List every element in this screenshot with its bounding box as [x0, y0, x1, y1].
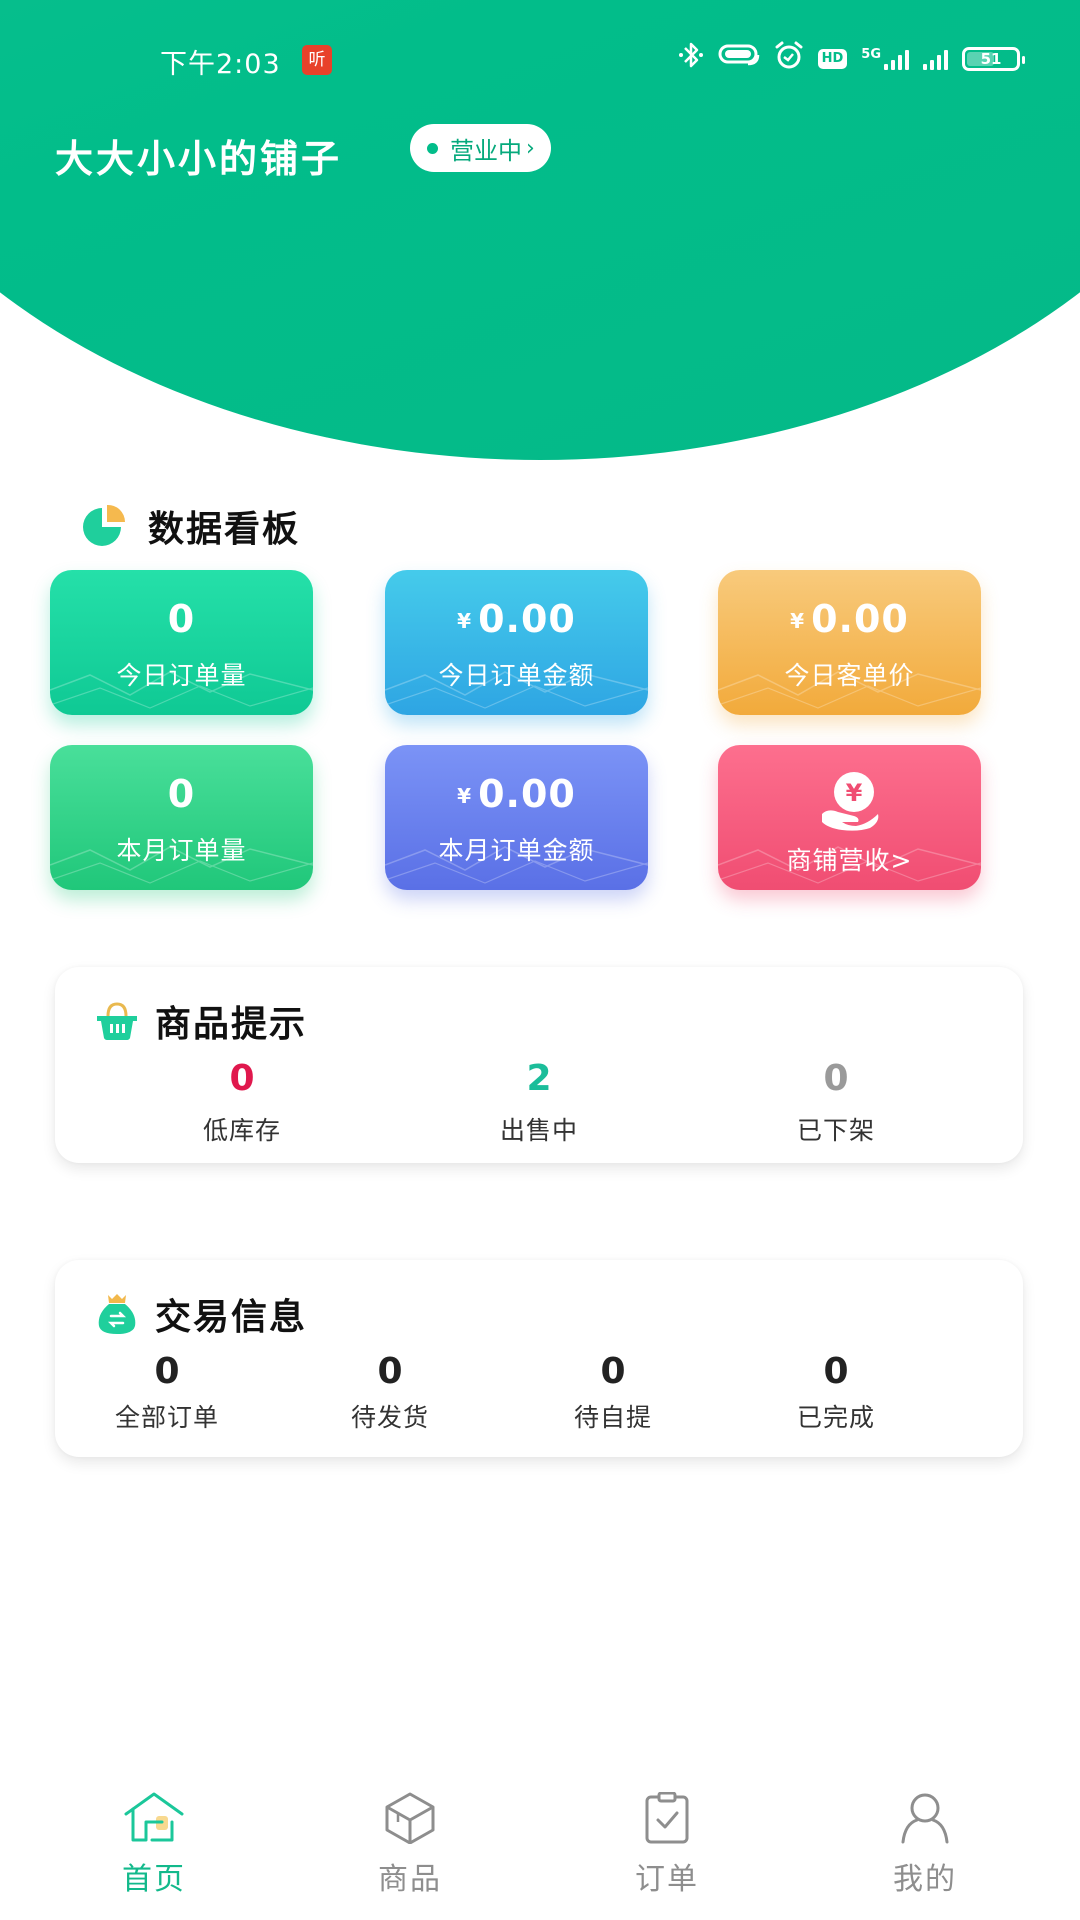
card-value-number: 0.00 — [478, 772, 576, 816]
card-wave-decoration — [50, 671, 313, 709]
tab-label: 订单 — [635, 1862, 699, 1897]
stat-label: 已完成 — [796, 1403, 875, 1432]
stat-value: 0 — [823, 1351, 849, 1392]
stat-label: 低库存 — [202, 1116, 281, 1145]
pie-chart-icon — [83, 504, 126, 546]
stat-value: 0 — [154, 1351, 180, 1392]
battery-level: 51 — [980, 50, 1002, 68]
product-tips-header: 商品提示 — [95, 995, 307, 1047]
store-status-label: 营业中 — [450, 136, 522, 165]
tab-products[interactable]: 商品 — [330, 1792, 490, 1898]
stat-value: 0 — [229, 1058, 255, 1099]
stat-label: 全部订单 — [114, 1403, 219, 1432]
tab-home[interactable]: 首页 — [74, 1792, 234, 1898]
product-tips-panel: 商品提示 0 低库存 2 出售中 0 已下架 — [55, 967, 1023, 1163]
card-wave-decoration — [385, 846, 648, 884]
card-store-revenue[interactable]: ¥ 商铺营收> — [718, 745, 981, 890]
stat-completed[interactable]: 0 已完成 — [736, 1352, 936, 1434]
card-today-order-amount[interactable]: ¥0.00 今日订单金额 — [385, 570, 648, 715]
currency-symbol: ¥ — [457, 784, 473, 808]
stat-value: 0 — [600, 1351, 626, 1392]
product-tips-title: 商品提示 — [155, 1004, 308, 1045]
tab-label: 商品 — [378, 1862, 442, 1897]
card-value-number: 0.00 — [811, 597, 909, 641]
alarm-icon — [774, 40, 804, 79]
card-wave-decoration — [385, 671, 648, 709]
tab-orders[interactable]: 订单 — [587, 1792, 747, 1898]
stat-to-pickup[interactable]: 0 待自提 — [513, 1352, 713, 1434]
stat-label: 出售中 — [499, 1116, 578, 1145]
card-wave-decoration — [50, 846, 313, 884]
box-icon — [385, 1792, 435, 1844]
tab-label: 我的 — [893, 1862, 957, 1897]
status-icons: HD 5G 51 — [678, 40, 1025, 79]
home-icon — [124, 1792, 184, 1842]
trade-info-panel: 交易信息 0 全部订单 0 待发货 0 待自提 0 已完成 — [55, 1260, 1023, 1457]
trade-info-title: 交易信息 — [155, 1297, 308, 1338]
dashboard-title: 数据看板 — [148, 509, 301, 550]
money-bag-icon — [98, 1294, 136, 1334]
card-value: ¥0.00 — [718, 597, 981, 641]
status-time: 下午2:03 — [160, 49, 281, 80]
card-wave-decoration — [718, 671, 981, 709]
trade-info-header: 交易信息 — [95, 1288, 307, 1340]
stat-to-ship[interactable]: 0 待发货 — [290, 1352, 490, 1434]
battery-icon: 51 — [962, 47, 1025, 71]
stat-label: 待自提 — [573, 1403, 652, 1432]
card-today-avg-price[interactable]: ¥0.00 今日客单价 — [718, 570, 981, 715]
bluetooth-icon — [678, 40, 704, 79]
card-wave-decoration — [718, 846, 981, 884]
tab-mine[interactable]: 我的 — [845, 1792, 1005, 1898]
stat-value: 0 — [377, 1351, 403, 1392]
store-status-button[interactable]: 营业中 › — [410, 124, 551, 172]
bottom-tab-bar: 首页 商品 订单 我的 — [0, 1780, 1080, 1920]
chevron-right-icon: › — [526, 135, 535, 161]
currency-symbol: ¥ — [457, 609, 473, 633]
stat-label: 已下架 — [796, 1116, 875, 1145]
card-value: 0 — [167, 597, 196, 641]
hd-voice-icon: HD — [817, 49, 848, 69]
clipboard-check-icon — [645, 1792, 689, 1844]
revenue-hand-yen-icon: ¥ — [822, 772, 879, 831]
card-value: ¥0.00 — [385, 772, 648, 816]
status-dot — [427, 143, 438, 154]
tab-label: 首页 — [122, 1862, 186, 1897]
card-today-orders[interactable]: 0 今日订单量 — [50, 570, 313, 715]
dashboard-header: 数据看板 — [80, 500, 300, 552]
status-bar: 下午2:03 听 HD 5G 51 — [0, 0, 1080, 110]
stat-label: 待发货 — [350, 1403, 429, 1432]
stat-all-orders[interactable]: 0 全部订单 — [67, 1352, 267, 1434]
card-value: ¥0.00 — [385, 597, 648, 641]
stat-on-sale[interactable]: 2 出售中 — [439, 1059, 639, 1147]
card-month-order-amount[interactable]: ¥0.00 本月订单金额 — [385, 745, 648, 890]
currency-symbol: ¥ — [790, 609, 806, 633]
signal-5g-icon: 5G — [861, 48, 909, 70]
stat-delisted[interactable]: 0 已下架 — [736, 1059, 936, 1147]
stat-value: 2 — [526, 1058, 552, 1099]
card-value-number: 0.00 — [478, 597, 576, 641]
network-type-label: 5G — [861, 47, 881, 62]
listen-app-badge: 听 — [302, 45, 332, 75]
stat-value: 0 — [823, 1058, 849, 1099]
svg-text:¥: ¥ — [846, 779, 863, 807]
card-value: 0 — [167, 772, 196, 816]
user-icon — [901, 1793, 949, 1844]
basket-icon — [97, 1002, 137, 1040]
link-toggle-icon — [718, 42, 760, 77]
store-name: 大大小小的铺子 — [55, 137, 343, 181]
stat-low-stock[interactable]: 0 低库存 — [142, 1059, 342, 1147]
card-month-orders[interactable]: 0 本月订单量 — [50, 745, 313, 890]
signal-icon — [923, 48, 948, 70]
